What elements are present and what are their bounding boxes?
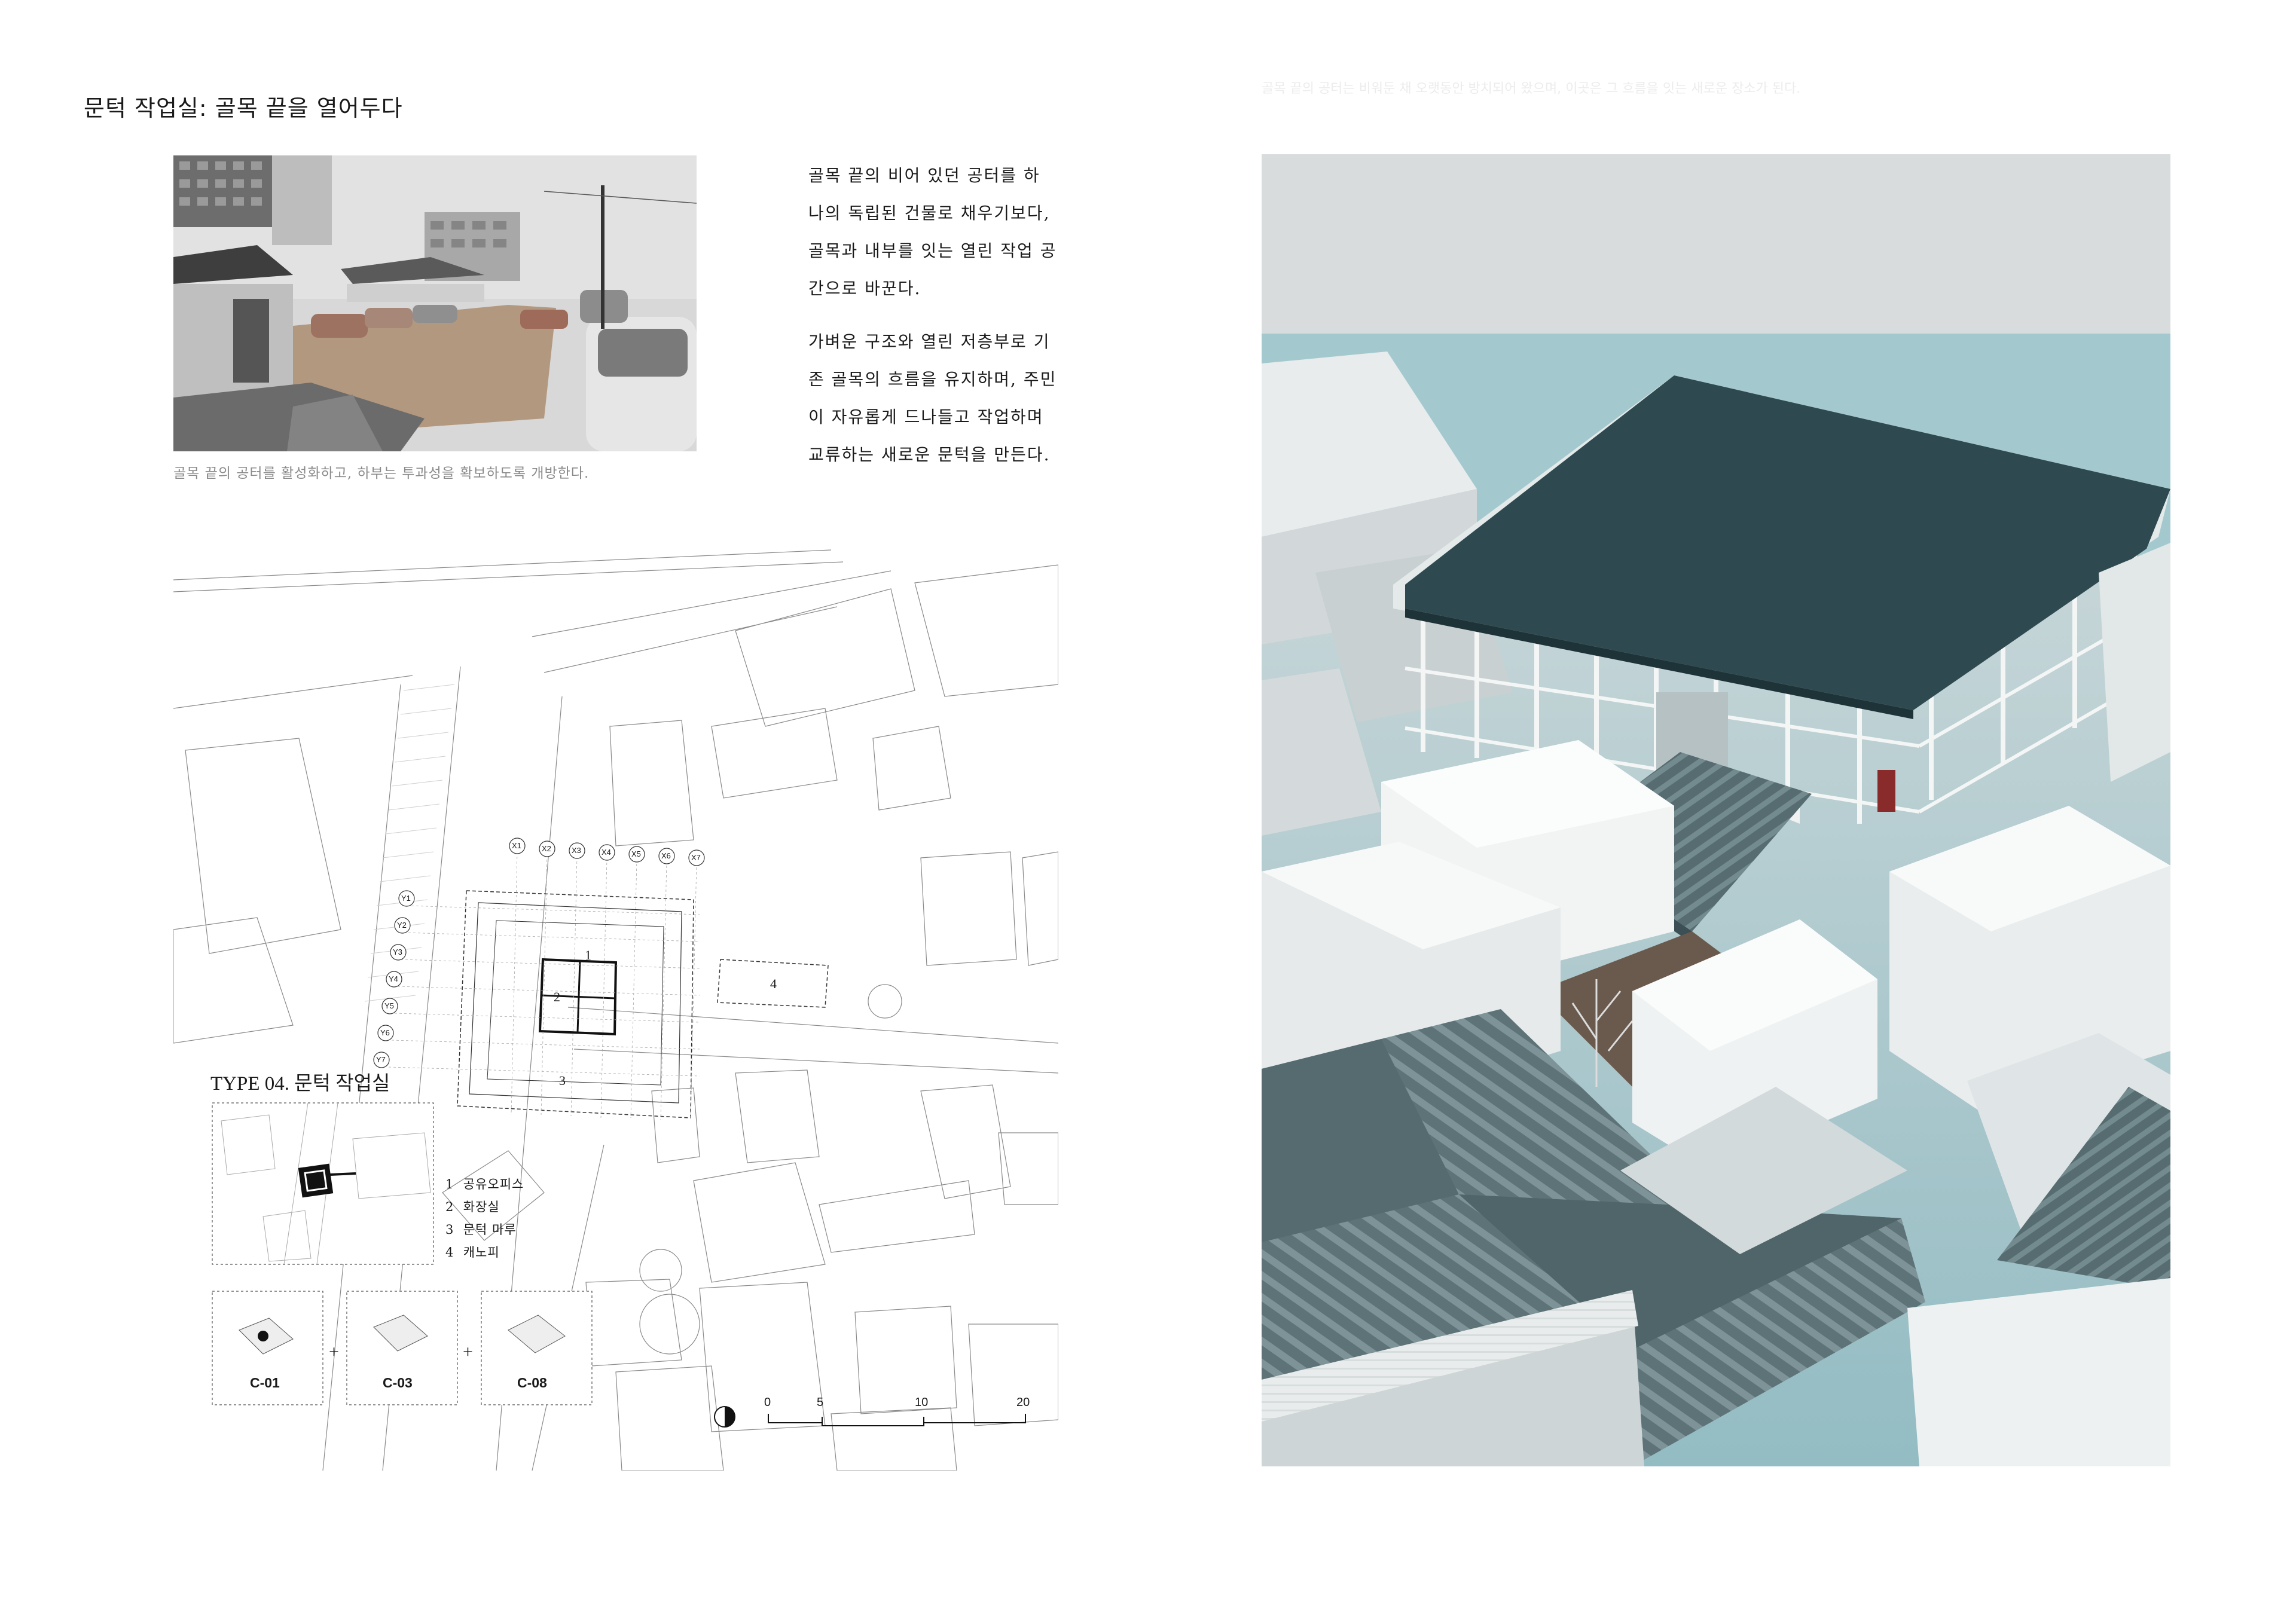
combo-label: C-03 bbox=[383, 1375, 413, 1390]
grid-label: Y7 bbox=[376, 1055, 386, 1064]
text-line: 나의 독립된 건물로 채우기보다, bbox=[808, 203, 1051, 223]
model-photo bbox=[1262, 154, 2170, 1466]
scale-tick-label: 10 bbox=[915, 1396, 929, 1409]
description-paragraph-1: 골목 끝의 비어 있던 공터를 하 나의 독립된 건물로 채우기보다, 골목과 … bbox=[808, 157, 1071, 307]
text-line: 가벼운 구조와 열린 저층부로 기 bbox=[808, 332, 1051, 352]
grid-label: X6 bbox=[661, 851, 671, 860]
text-line: 골목 끝의 비어 있던 공터를 하 bbox=[808, 166, 1040, 185]
text-line: 이 자유롭게 드나들고 작업하며 bbox=[808, 407, 1044, 427]
photo-caption: 골목 끝의 공터를 활성화하고, 하부는 투과성을 확보하도록 개방한다. bbox=[173, 466, 590, 481]
legend-item: 2 화장실 bbox=[445, 1200, 500, 1214]
grid-label: X5 bbox=[631, 849, 641, 858]
page-title: 문턱 작업실: 골목 끝을 열어두다 bbox=[84, 95, 403, 121]
zone-label: 4 bbox=[770, 976, 777, 991]
legend-item: 4 캐노피 bbox=[445, 1245, 500, 1260]
combo-label: C-01 bbox=[250, 1375, 280, 1390]
text-line: 존 골목의 흐름을 유지하며, 주민 bbox=[808, 369, 1057, 389]
text-line: 교류하는 새로운 문턱을 만든다. bbox=[808, 445, 1051, 464]
zone-label: 3 bbox=[559, 1073, 566, 1088]
scale-tick-label: 20 bbox=[1016, 1396, 1030, 1409]
scale-tick-label: 5 bbox=[817, 1396, 824, 1409]
text-line: 간으로 바꾼다. bbox=[808, 279, 921, 298]
legend-item: 1 공유오피스 bbox=[445, 1177, 524, 1191]
description-paragraph-2: 가벼운 구조와 열린 저층부로 기 존 골목의 흐름을 유지하며, 주민 이 자… bbox=[808, 323, 1071, 473]
faint-header-text: 골목 끝의 공터는 비워둔 채 오랫동안 방치되어 왔으며, 이곳은 그 흐름을… bbox=[1262, 81, 1801, 96]
zone-label: 2 bbox=[554, 989, 560, 1004]
site-plan: X1 X2 X3 X4 X5 X6 X7 Y1 Y2 Y3 Y4 Y5 Y6 Y… bbox=[173, 547, 1058, 1471]
combo-label: C-08 bbox=[517, 1375, 547, 1390]
type-label: TYPE 04. 문턱 작업실 bbox=[210, 1073, 390, 1095]
scale-tick-label: 0 bbox=[764, 1396, 771, 1409]
grid-label: Y6 bbox=[380, 1028, 390, 1037]
grid-label: X3 bbox=[572, 846, 581, 855]
grid-label: X1 bbox=[512, 841, 521, 850]
plus-sign: + bbox=[463, 1342, 473, 1362]
grid-label: X4 bbox=[602, 848, 611, 857]
grid-label: Y1 bbox=[401, 894, 411, 903]
grid-label: X2 bbox=[542, 844, 551, 853]
grid-label: Y5 bbox=[384, 1001, 394, 1010]
zone-label: 1 bbox=[585, 947, 591, 962]
grid-label: Y3 bbox=[393, 947, 402, 956]
grid-label: X7 bbox=[691, 853, 701, 862]
site-photo bbox=[173, 155, 697, 451]
legend-item: 3 문턱 마루 bbox=[445, 1222, 517, 1237]
grid-label: Y4 bbox=[389, 974, 398, 983]
grid-label: Y2 bbox=[397, 921, 407, 930]
plus-sign: + bbox=[329, 1342, 339, 1362]
text-line: 골목과 내부를 잇는 열린 작업 공 bbox=[808, 241, 1057, 261]
